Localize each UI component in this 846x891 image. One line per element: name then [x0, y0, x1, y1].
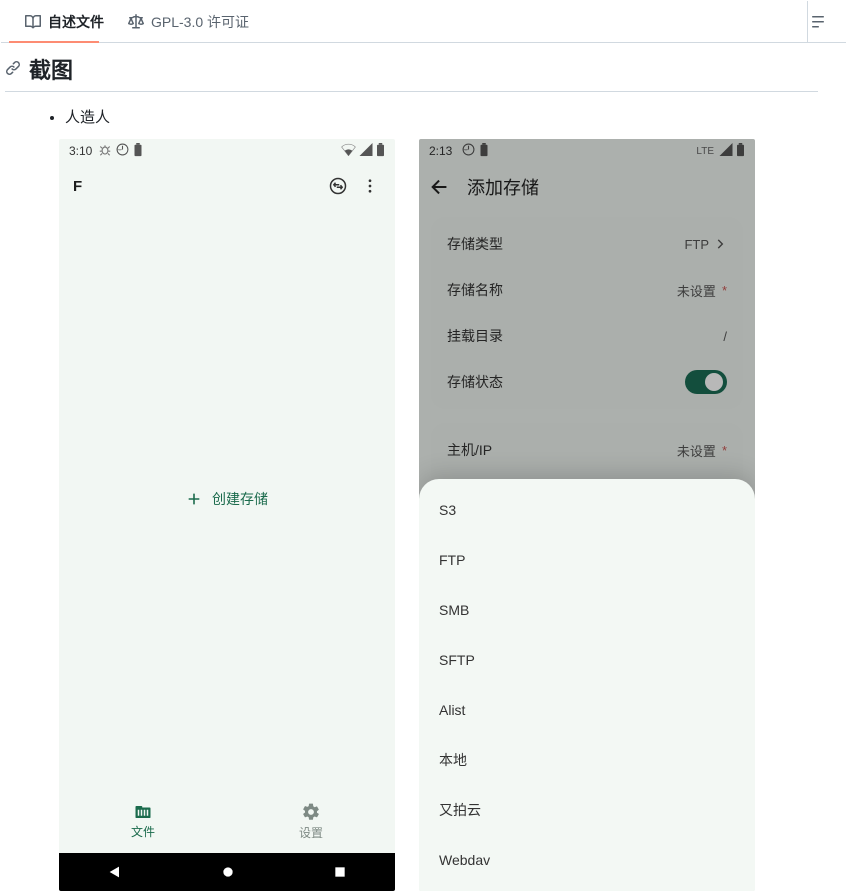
app-logo: F — [73, 178, 82, 195]
chevron-right-icon — [713, 237, 727, 251]
page-title: 添加存储 — [467, 174, 539, 200]
toggle-switch[interactable] — [685, 370, 727, 394]
plus-icon — [186, 491, 202, 507]
app-bar: 添加存储 — [419, 163, 755, 211]
link-icon[interactable] — [5, 60, 25, 79]
back-icon[interactable] — [107, 864, 123, 880]
sheet-option[interactable]: FTP — [419, 535, 755, 585]
required-asterisk: * — [722, 283, 727, 298]
battery-icon — [479, 143, 489, 160]
tab-license[interactable]: GPL-3.0 许可证 — [116, 1, 261, 42]
row-storage-state[interactable]: 存储状态 — [431, 359, 743, 405]
clock-icon — [462, 143, 475, 159]
screenshot-phone-1: 3:10 F — [59, 139, 395, 891]
home-icon[interactable] — [220, 864, 236, 880]
sheet-option[interactable]: 本地 — [419, 735, 755, 785]
battery-icon — [133, 143, 143, 160]
nav-settings[interactable]: 设置 — [227, 789, 395, 853]
signal-icon — [359, 143, 373, 159]
nav-files[interactable]: 文件 — [59, 789, 227, 853]
sheet-option[interactable]: Webdav — [419, 835, 755, 885]
signal-icon — [719, 143, 733, 159]
heading-row: 截图 — [5, 53, 818, 92]
sheet-option[interactable]: SFTP — [419, 635, 755, 685]
sheet-option[interactable]: SMB — [419, 585, 755, 635]
status-bar: 3:10 — [59, 139, 395, 163]
app-bar: F — [59, 163, 395, 209]
section-heading: 截图 — [29, 53, 73, 85]
sheet-option[interactable]: 又拍云 — [419, 785, 755, 835]
list-icon — [810, 14, 826, 30]
status-bar: 2:13 LTE — [419, 139, 755, 163]
debug-icon — [98, 143, 112, 160]
sheet-option[interactable]: Mirror — [419, 885, 755, 891]
row-storage-type[interactable]: 存储类型 FTP — [431, 221, 743, 267]
sheet-option[interactable]: S3 — [419, 485, 755, 535]
row-storage-name[interactable]: 存储名称 未设置* — [431, 267, 743, 313]
battery-icon — [736, 143, 745, 160]
book-icon — [25, 14, 41, 30]
recent-icon[interactable] — [333, 865, 347, 879]
bullet-list: 人造人 — [29, 106, 818, 127]
android-nav-bar — [59, 853, 395, 891]
clock-icon — [116, 143, 129, 159]
tab-readme[interactable]: 自述文件 — [13, 1, 116, 42]
wifi-icon — [341, 143, 356, 159]
row-mount-dir[interactable]: 挂载目录 / — [431, 313, 743, 359]
sync-icon[interactable] — [327, 175, 349, 197]
more-icon[interactable] — [359, 175, 381, 197]
battery-icon — [376, 143, 385, 160]
network-label: LTE — [696, 146, 714, 157]
empty-body: 创建存储 — [59, 209, 395, 789]
readme-tab-bar: 自述文件 GPL-3.0 许可证 — [1, 1, 846, 43]
required-asterisk: * — [722, 443, 727, 458]
sheet-option[interactable]: Alist — [419, 685, 755, 735]
row-host[interactable]: 主机/IP 未设置* — [431, 427, 743, 473]
screenshot-phone-2: 2:13 LTE 添加存储 — [419, 139, 755, 891]
create-storage-button[interactable]: 创建存储 — [186, 489, 268, 509]
bottom-sheet: S3 FTP SMB SFTP Alist 本地 又拍云 Webdav Mirr… — [419, 479, 755, 891]
gear-icon — [301, 802, 321, 822]
law-icon — [128, 14, 144, 30]
folder-icon — [133, 803, 153, 821]
bottom-nav: 文件 设置 — [59, 789, 395, 853]
back-arrow-icon[interactable] — [429, 176, 451, 198]
bullet-item: 人造人 — [65, 106, 818, 127]
